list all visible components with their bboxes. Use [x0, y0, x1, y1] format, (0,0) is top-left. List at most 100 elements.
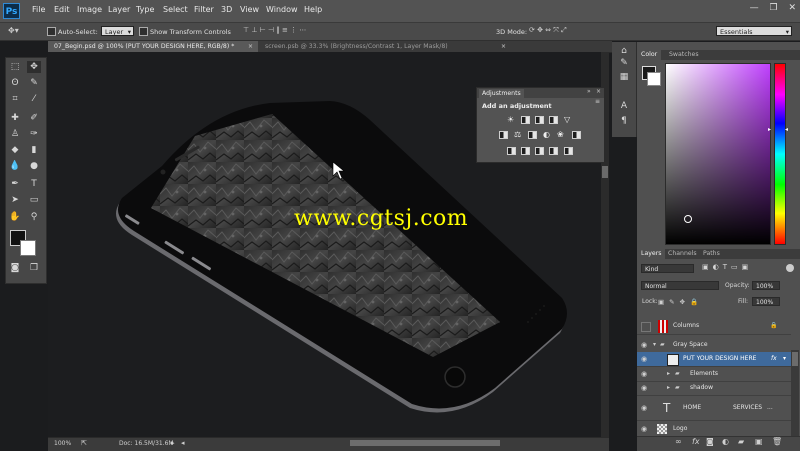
auto-select-dropdown[interactable]: Layer: [101, 26, 134, 37]
healing-tool-icon[interactable]: ✚: [8, 112, 22, 124]
chevron-right-icon[interactable]: ▸: [667, 367, 670, 381]
pen-tool-icon[interactable]: ✒: [8, 178, 22, 190]
minimize-button[interactable]: —: [750, 3, 759, 13]
visibility-toggle-empty[interactable]: [641, 322, 651, 332]
type-tool-icon[interactable]: T: [27, 178, 41, 190]
tab-07-begin[interactable]: 07_Begin.psd @ 100% (PUT YOUR DESIGN HER…: [48, 41, 258, 52]
chevron-down-icon[interactable]: ▾: [653, 338, 656, 352]
vibrance-icon[interactable]: ▽: [564, 115, 570, 124]
blend-mode-dropdown[interactable]: Normal: [641, 281, 719, 290]
brush-presets-icon[interactable]: ✎: [618, 58, 630, 69]
lock-icons[interactable]: ▣✎✥🔒: [658, 298, 703, 306]
stamp-tool-icon[interactable]: ♙: [8, 128, 22, 140]
menu-file[interactable]: File: [32, 5, 45, 14]
gradient-tool-icon[interactable]: ▮: [27, 144, 41, 156]
canvas-vertical-scroll-thumb[interactable]: [602, 166, 608, 178]
chevron-down-icon[interactable]: ▾: [783, 352, 786, 366]
brush-tool-icon[interactable]: ✐: [27, 112, 41, 124]
threshold-icon[interactable]: [535, 147, 544, 155]
color-picker-field[interactable]: [665, 63, 771, 245]
tab-screen-psb[interactable]: screen.psb @ 33.3% (Brightness/Contrast …: [259, 41, 511, 52]
close-button[interactable]: ✕: [788, 3, 796, 13]
screen-mode-icon[interactable]: ❐: [27, 262, 41, 274]
auto-select-checkbox[interactable]: [47, 27, 56, 36]
tab-paths[interactable]: Paths: [699, 249, 724, 259]
tab-close-icon[interactable]: ×: [501, 41, 506, 52]
menu-image[interactable]: Image: [77, 5, 102, 14]
layers-scroll-thumb[interactable]: [792, 352, 798, 366]
opacity-input[interactable]: 100%: [752, 281, 780, 290]
eyedropper-tool-icon[interactable]: ⁄: [27, 93, 41, 105]
share-icon[interactable]: ⇱: [81, 439, 87, 447]
color-balance-icon[interactable]: ⚖: [514, 130, 521, 139]
restore-button[interactable]: ❐: [770, 3, 778, 13]
black-white-icon[interactable]: [528, 131, 537, 139]
layer-row-home-services[interactable]: ◉ T HOME SERVICES ...: [637, 396, 791, 421]
shape-tool-icon[interactable]: ▭: [27, 194, 41, 206]
blur-tool-icon[interactable]: 💧: [8, 160, 22, 172]
tab-color[interactable]: Color: [637, 50, 662, 60]
tab-layers[interactable]: Layers: [637, 249, 666, 259]
hue-slider[interactable]: [774, 63, 786, 245]
link-layers-icon[interactable]: ∞: [675, 437, 682, 446]
zoom-level[interactable]: 100%: [54, 440, 71, 447]
add-mask-icon[interactable]: ◙: [706, 437, 714, 446]
menu-help[interactable]: Help: [304, 5, 322, 14]
hue-saturation-icon[interactable]: [499, 131, 508, 139]
eye-icon[interactable]: ◉: [641, 422, 647, 436]
color-picker-cursor[interactable]: [684, 215, 692, 223]
tab-channels[interactable]: Channels: [664, 249, 701, 259]
eye-icon[interactable]: ◉: [641, 396, 647, 420]
hand-tool-icon[interactable]: ✋: [8, 211, 22, 223]
posterize-icon[interactable]: [521, 147, 530, 155]
menu-filter[interactable]: Filter: [194, 5, 214, 14]
panel-collapse-icon[interactable]: »: [587, 88, 591, 95]
selective-color-icon[interactable]: [549, 147, 558, 155]
chevron-right-icon[interactable]: ▸: [667, 381, 670, 395]
canvas-horizontal-scroll-thumb[interactable]: [350, 440, 500, 446]
gradient-map-icon[interactable]: [564, 147, 573, 155]
new-group-icon[interactable]: ▰: [738, 437, 744, 446]
menu-3d[interactable]: 3D: [221, 5, 232, 14]
curves-icon[interactable]: [535, 116, 544, 124]
background-color-swatch[interactable]: [20, 240, 36, 256]
zoom-tool-icon[interactable]: ⚲: [27, 211, 41, 223]
invert-icon[interactable]: [507, 147, 516, 155]
trash-icon[interactable]: 🗑: [772, 437, 782, 446]
menu-layer[interactable]: Layer: [108, 5, 130, 14]
align-icons[interactable]: ⊤ ⊥ ⊢ ⊣ ‖ ≡ ⋮ ⋯: [243, 26, 306, 34]
show-transform-checkbox[interactable]: [139, 27, 148, 36]
channel-mixer-icon[interactable]: ❀: [557, 130, 564, 139]
crop-tool-icon[interactable]: ⌗: [8, 93, 22, 105]
scroll-left-icon[interactable]: ◂: [181, 439, 185, 447]
history-brush-tool-icon[interactable]: ✑: [27, 128, 41, 140]
filter-toggle-icon[interactable]: [786, 264, 794, 272]
eye-icon[interactable]: ◉: [641, 338, 647, 352]
hue-slider-left-arrow-icon[interactable]: ▸: [768, 126, 771, 133]
menu-window[interactable]: Window: [266, 5, 298, 14]
add-style-icon[interactable]: fx: [692, 437, 700, 446]
move-tool-icon[interactable]: ✥▾: [8, 26, 19, 35]
eraser-tool-icon[interactable]: ◆: [8, 144, 22, 156]
exposure-icon[interactable]: [549, 116, 558, 124]
character-panel-icon[interactable]: A: [618, 101, 630, 112]
panel-close-icon[interactable]: ×: [596, 88, 601, 95]
quick-select-tool-icon[interactable]: ✎: [27, 77, 41, 89]
hue-slider-right-arrow-icon[interactable]: ◂: [785, 126, 788, 133]
history-panel-icon[interactable]: ⌂: [618, 46, 630, 57]
eye-icon[interactable]: ◉: [641, 367, 647, 381]
menu-edit[interactable]: Edit: [54, 5, 70, 14]
3d-mode-icons[interactable]: ⟳ ✥ ⇔ ⤧ ⤢: [529, 26, 567, 35]
layer-row-columns[interactable]: Columns 🔒: [637, 318, 791, 335]
panel-menu-icon[interactable]: ≡: [595, 98, 600, 105]
move-tool-icon[interactable]: ✥: [27, 61, 41, 73]
eye-icon[interactable]: ◉: [641, 381, 647, 395]
color-lookup-icon[interactable]: [572, 131, 581, 139]
tab-swatches[interactable]: Swatches: [665, 50, 703, 60]
layer-row-shadow[interactable]: ◉ ▸ ▰ shadow: [637, 381, 791, 396]
new-adjustment-icon[interactable]: ◐: [722, 437, 729, 446]
menu-view[interactable]: View: [240, 5, 259, 14]
marquee-tool-icon[interactable]: ⬚: [8, 61, 22, 73]
fill-input[interactable]: 100%: [752, 297, 780, 306]
layer-filter-dropdown[interactable]: Kind: [641, 264, 694, 273]
